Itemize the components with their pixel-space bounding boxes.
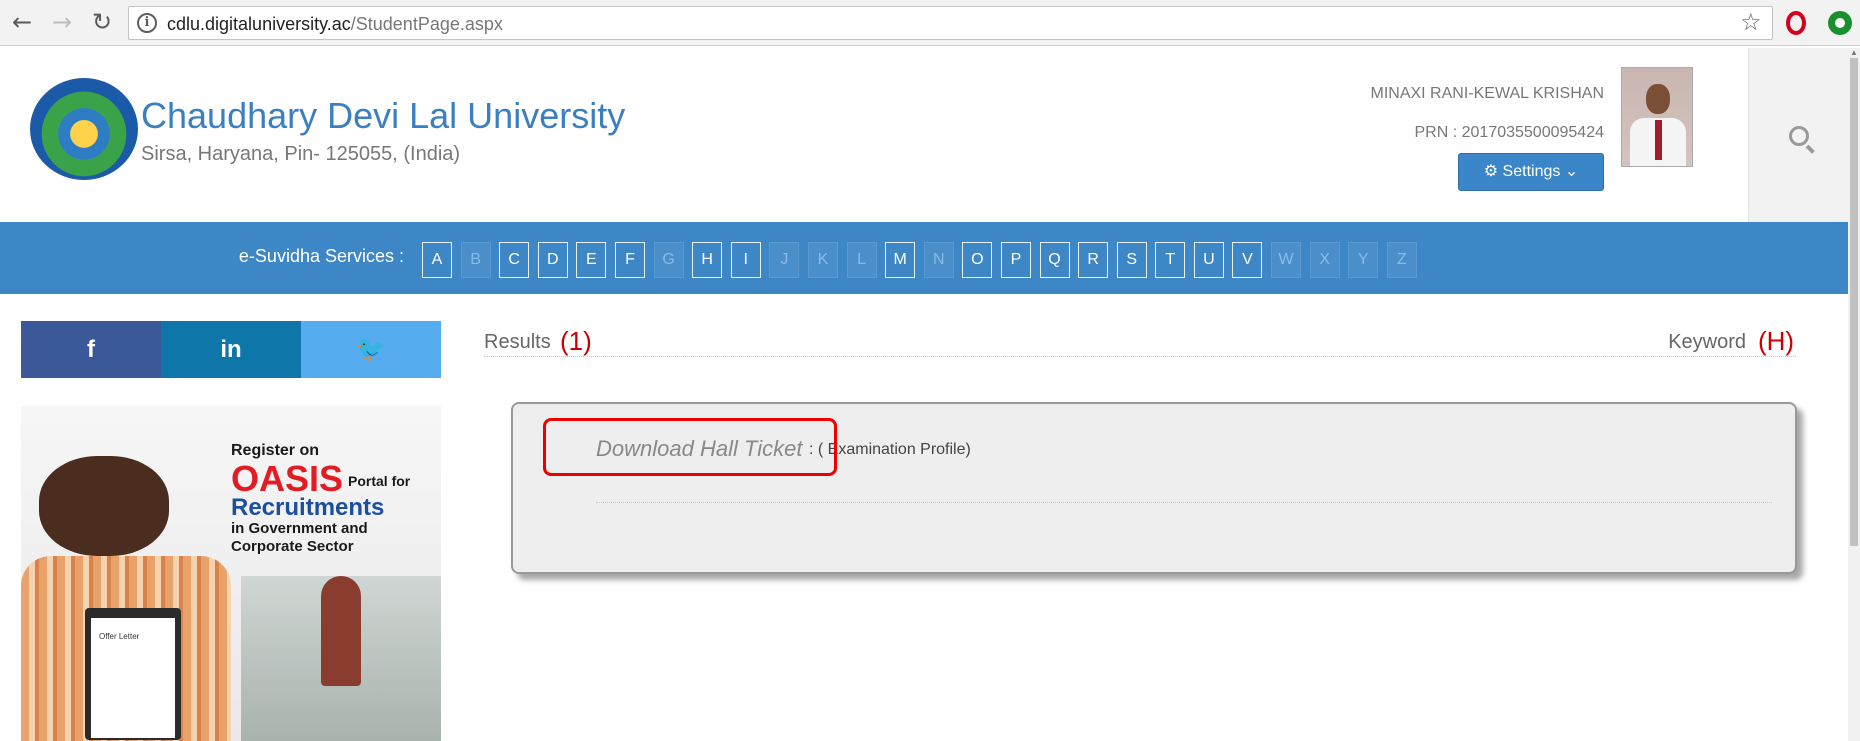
student-head (39, 456, 169, 556)
banner-recruitments-text: Recruitments (231, 494, 385, 521)
search-button[interactable] (1748, 48, 1848, 222)
seated-person (321, 576, 361, 686)
service-letter-e[interactable]: E (576, 242, 607, 278)
services-label: e-Suvidha Services : (238, 246, 404, 266)
search-icon (1789, 126, 1809, 146)
university-name[interactable]: Chaudhary Devi Lal University (141, 95, 625, 137)
keyword-heading: Keyword (1668, 331, 1746, 353)
twitter-icon[interactable]: 🐦 (301, 321, 441, 378)
social-links: f in 🐦 (21, 321, 441, 378)
url-text: cdlu.digitaluniversity.ac/StudentPage.as… (167, 14, 503, 35)
service-letter-c[interactable]: C (499, 242, 530, 278)
offer-letter-text: Offer Letter (99, 632, 140, 641)
address-bar[interactable]: i cdlu.digitaluniversity.ac/StudentPage.… (128, 6, 1773, 40)
result-card-divider (596, 502, 1772, 503)
banner-corporate-line: Corporate Sector (231, 538, 354, 555)
service-letter-x: X (1309, 242, 1340, 278)
service-letter-y: Y (1348, 242, 1379, 278)
service-letter-b: B (460, 242, 491, 278)
service-letter-w: W (1271, 242, 1302, 278)
service-letter-l: L (846, 242, 877, 278)
keyword-annotation: (H) (1758, 326, 1795, 356)
service-letter-j: J (769, 242, 800, 278)
service-letter-p[interactable]: P (1000, 242, 1031, 278)
reload-icon[interactable]: ↻ (88, 8, 116, 36)
results-annotation: (1) (560, 326, 592, 356)
university-logo (30, 78, 138, 180)
student-name: MINAXI RANI-KEWAL KRISHAN (1370, 85, 1604, 102)
service-letter-s[interactable]: S (1116, 242, 1147, 278)
university-address: Sirsa, Haryana, Pin- 125055, (India) (141, 143, 461, 165)
forward-arrow-icon[interactable]: → (48, 8, 76, 36)
oasis-recruitment-banner[interactable]: Offer Letter Register on OASIS Portal fo… (21, 406, 441, 741)
service-letter-f[interactable]: F (614, 242, 645, 278)
service-letter-u[interactable]: U (1193, 242, 1224, 278)
highlight-annotation-box (543, 418, 837, 476)
scroll-up-icon[interactable]: ▲ (1850, 48, 1858, 57)
page-scrollbar[interactable]: ▲ (1848, 48, 1860, 741)
service-letter-o[interactable]: O (962, 242, 993, 278)
service-letter-g: G (653, 242, 684, 278)
service-letter-n: N (923, 242, 954, 278)
site-info-icon[interactable]: i (137, 13, 157, 33)
student-photo (1621, 67, 1693, 167)
service-letter-h[interactable]: H (692, 242, 723, 278)
service-letter-k: K (807, 242, 838, 278)
opera-extension-icon[interactable] (1786, 11, 1806, 35)
service-letter-i[interactable]: I (730, 242, 761, 278)
service-letter-m[interactable]: M (885, 242, 916, 278)
scrollbar-thumb[interactable] (1850, 58, 1858, 546)
url-host: cdlu.digitaluniversity.ac (167, 14, 351, 34)
back-arrow-icon[interactable]: ← (8, 8, 36, 36)
facebook-icon[interactable]: f (21, 321, 161, 378)
settings-button[interactable]: ⚙ Settings ⌄ (1458, 153, 1604, 191)
service-letter-a[interactable]: A (422, 242, 452, 278)
browser-toolbar: ← → ↻ i cdlu.digitaluniversity.ac/Studen… (0, 0, 1860, 46)
results-divider (484, 356, 1796, 357)
url-path: /StudentPage.aspx (350, 14, 503, 34)
service-letter-t[interactable]: T (1155, 242, 1186, 278)
green-extension-icon[interactable] (1828, 11, 1852, 35)
banner-government-line: in Government and (231, 520, 368, 537)
student-prn: PRN : 2017035500095424 (1414, 124, 1605, 141)
service-letter-r[interactable]: R (1078, 242, 1109, 278)
service-letter-d[interactable]: D (537, 242, 568, 278)
banner-portal-text: Portal for (348, 473, 411, 489)
service-letter-q[interactable]: Q (1039, 242, 1070, 278)
service-letter-z: Z (1386, 242, 1417, 278)
banner-sector-text: in Government and Corporate Sector (231, 520, 368, 556)
results-heading: Results (484, 331, 551, 353)
bookmark-star-icon[interactable]: ☆ (1740, 8, 1762, 36)
service-letter-v[interactable]: V (1232, 242, 1263, 278)
e-suvidha-services-bar: e-Suvidha Services : ABCDEFGHIJKLMNOPQRS… (0, 222, 1848, 294)
linkedin-icon[interactable]: in (161, 321, 301, 378)
service-letter-index: ABCDEFGHIJKLMNOPQRSTUVWXYZ (422, 242, 1425, 278)
